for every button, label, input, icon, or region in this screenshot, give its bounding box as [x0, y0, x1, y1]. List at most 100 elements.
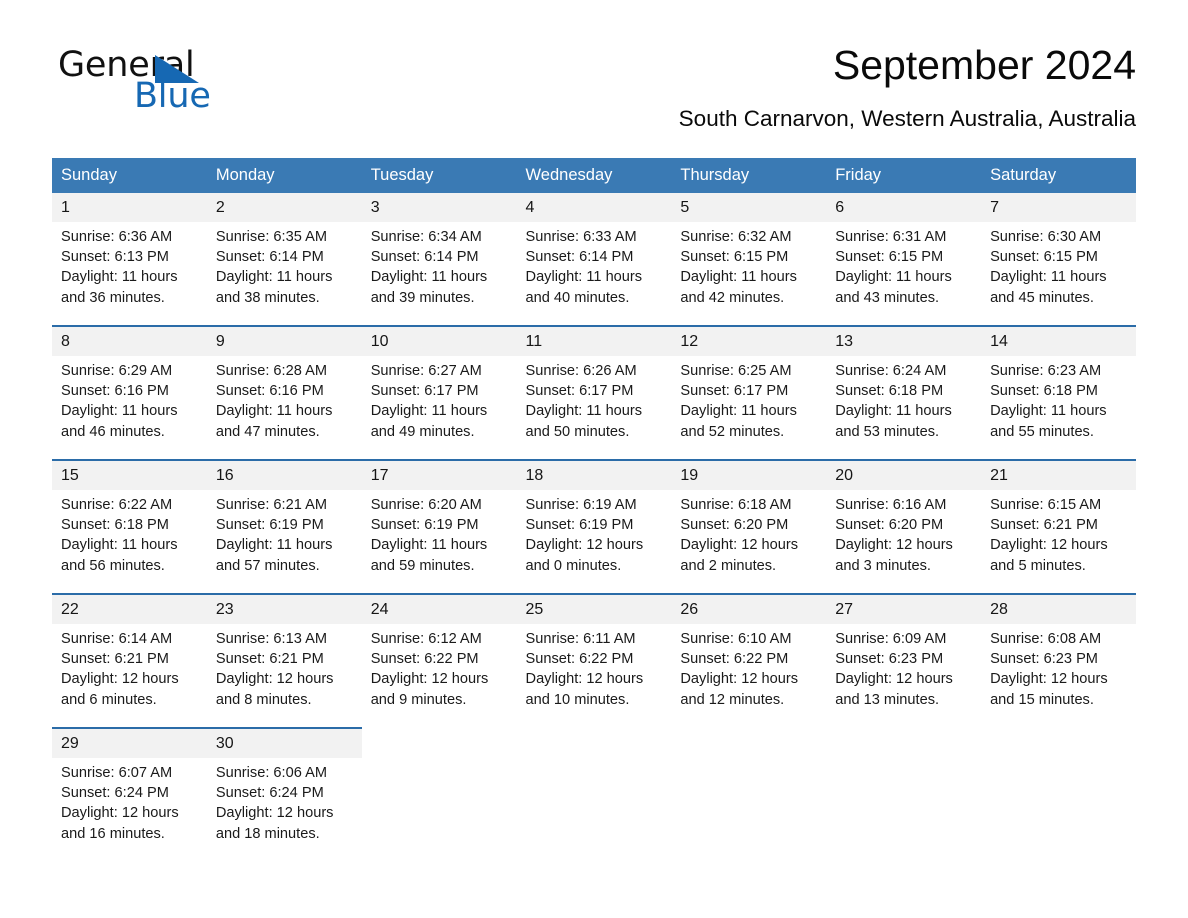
daylight-text-line1: Daylight: 12 hours — [525, 537, 644, 554]
day-cell[interactable]: Sunrise: 6:30 AM Sunset: 6:15 PM Dayligh… — [981, 222, 1136, 326]
daylight-text-line2: and 50 minutes. — [525, 423, 630, 440]
day-cell[interactable]: Sunrise: 6:14 AM Sunset: 6:21 PM Dayligh… — [52, 624, 207, 728]
day-cell[interactable]: Sunrise: 6:25 AM Sunset: 6:17 PM Dayligh… — [671, 356, 827, 460]
day-number[interactable]: 6 — [826, 193, 982, 222]
sunrise-text: Sunrise: 6:32 AM — [680, 229, 792, 245]
daylight-text-line1: Daylight: 11 hours — [835, 403, 952, 420]
day-number[interactable]: 21 — [981, 459, 1136, 490]
day-number[interactable]: 1 — [52, 193, 207, 222]
day-cell[interactable]: Sunrise: 6:21 AM Sunset: 6:19 PM Dayligh… — [206, 490, 362, 594]
day-number[interactable]: 27 — [826, 593, 982, 624]
day-number[interactable]: 15 — [52, 459, 207, 490]
daylight-text-line1: Daylight: 11 hours — [215, 269, 333, 286]
week-2-daynumbers: 8 9 10 11 12 13 14 — [52, 325, 1136, 356]
sunrise-text: Sunrise: 6:15 AM — [990, 497, 1102, 513]
daylight-text-line2: and 55 minutes. — [990, 423, 1094, 440]
daylight-text-line1: Daylight: 11 hours — [990, 269, 1107, 286]
day-number[interactable]: 5 — [671, 193, 827, 222]
sunrise-text: Sunrise: 6:20 AM — [370, 497, 482, 513]
day-number[interactable]: 4 — [516, 193, 672, 222]
day-number[interactable]: 25 — [516, 593, 672, 624]
day-number[interactable]: 16 — [206, 459, 362, 490]
day-number[interactable]: 13 — [826, 325, 982, 356]
day-cell[interactable]: Sunrise: 6:26 AM Sunset: 6:17 PM Dayligh… — [516, 356, 672, 460]
day-cell[interactable]: Sunrise: 6:07 AM Sunset: 6:24 PM Dayligh… — [52, 758, 207, 861]
day-number[interactable]: 20 — [826, 459, 982, 490]
sunset-text: Sunset: 6:16 PM — [61, 383, 169, 400]
sunrise-text: Sunrise: 6:33 AM — [525, 229, 637, 245]
day-number[interactable]: 17 — [361, 459, 517, 490]
day-cell[interactable]: Sunrise: 6:28 AM Sunset: 6:16 PM Dayligh… — [206, 356, 362, 460]
day-number[interactable]: 12 — [671, 325, 827, 356]
column-header-tuesday: Tuesday — [361, 158, 517, 193]
sunset-text: Sunset: 6:13 PM — [61, 249, 169, 266]
daylight-text-line2: and 40 minutes. — [525, 289, 630, 306]
daylight-text-line1: Daylight: 12 hours — [835, 537, 953, 554]
day-number[interactable]: 22 — [52, 593, 207, 624]
day-cell[interactable]: Sunrise: 6:22 AM Sunset: 6:18 PM Dayligh… — [52, 490, 207, 594]
day-cell[interactable]: Sunrise: 6:10 AM Sunset: 6:22 PM Dayligh… — [671, 624, 827, 728]
column-header-sunday: Sunday — [52, 158, 207, 193]
day-cell[interactable]: Sunrise: 6:29 AM Sunset: 6:16 PM Dayligh… — [52, 356, 207, 460]
day-cell[interactable]: Sunrise: 6:20 AM Sunset: 6:19 PM Dayligh… — [361, 490, 517, 594]
day-cell[interactable]: Sunrise: 6:31 AM Sunset: 6:15 PM Dayligh… — [826, 222, 982, 326]
daylight-text-line2: and 59 minutes. — [370, 557, 475, 574]
week-4-details: Sunrise: 6:14 AM Sunset: 6:21 PM Dayligh… — [52, 624, 1136, 728]
day-number[interactable]: 24 — [361, 593, 517, 624]
daylight-text-line1: Daylight: 12 hours — [61, 671, 179, 688]
day-cell[interactable]: Sunrise: 6:11 AM Sunset: 6:22 PM Dayligh… — [516, 624, 672, 728]
day-number[interactable]: 18 — [516, 459, 672, 490]
sunrise-text: Sunrise: 6:12 AM — [370, 631, 482, 647]
sunset-text: Sunset: 6:15 PM — [680, 249, 789, 266]
day-cell[interactable]: Sunrise: 6:08 AM Sunset: 6:23 PM Dayligh… — [981, 624, 1136, 728]
day-cell[interactable]: Sunrise: 6:24 AM Sunset: 6:18 PM Dayligh… — [826, 356, 982, 460]
day-cell[interactable]: Sunrise: 6:06 AM Sunset: 6:24 PM Dayligh… — [206, 758, 362, 861]
sunset-text: Sunset: 6:18 PM — [990, 383, 1098, 400]
sunset-text: Sunset: 6:14 PM — [370, 249, 479, 266]
calendar-page: General Blue September 2024 South Carnar… — [0, 0, 1188, 918]
day-cell[interactable]: Sunrise: 6:19 AM Sunset: 6:19 PM Dayligh… — [516, 490, 672, 594]
day-number[interactable]: 7 — [981, 193, 1136, 222]
page-title: September 2024 — [832, 42, 1136, 88]
day-cell[interactable]: Sunrise: 6:32 AM Sunset: 6:15 PM Dayligh… — [671, 222, 827, 326]
day-number[interactable]: 10 — [361, 325, 517, 356]
day-number[interactable]: 14 — [981, 325, 1136, 356]
sunset-text: Sunset: 6:19 PM — [525, 517, 634, 534]
day-number[interactable]: 19 — [671, 459, 827, 490]
day-cell[interactable]: Sunrise: 6:18 AM Sunset: 6:20 PM Dayligh… — [671, 490, 827, 594]
week-5-daynumbers: 29 30 — [52, 727, 1136, 758]
sunset-text: Sunset: 6:24 PM — [61, 785, 169, 802]
day-cell[interactable]: Sunrise: 6:09 AM Sunset: 6:23 PM Dayligh… — [826, 624, 982, 728]
daylight-text-line2: and 45 minutes. — [990, 289, 1094, 306]
day-cell[interactable]: Sunrise: 6:27 AM Sunset: 6:17 PM Dayligh… — [361, 356, 517, 460]
day-cell[interactable]: Sunrise: 6:36 AM Sunset: 6:13 PM Dayligh… — [52, 222, 207, 326]
day-cell[interactable]: Sunrise: 6:33 AM Sunset: 6:14 PM Dayligh… — [516, 222, 672, 326]
day-number[interactable]: 28 — [981, 593, 1136, 624]
day-number[interactable]: 11 — [516, 325, 672, 356]
day-cell[interactable]: Sunrise: 6:15 AM Sunset: 6:21 PM Dayligh… — [981, 490, 1136, 594]
week-1-daynumbers: 1 2 3 4 5 6 7 — [52, 193, 1136, 222]
day-number[interactable]: 23 — [206, 593, 362, 624]
sunrise-text: Sunrise: 6:30 AM — [990, 229, 1102, 245]
day-number[interactable]: 3 — [361, 193, 517, 222]
day-cell[interactable]: Sunrise: 6:13 AM Sunset: 6:21 PM Dayligh… — [206, 624, 362, 728]
day-number[interactable]: 9 — [206, 325, 362, 356]
generalblue-logo[interactable]: General Blue — [58, 46, 318, 118]
daylight-text-line2: and 57 minutes. — [215, 557, 320, 574]
sunset-text: Sunset: 6:14 PM — [215, 249, 324, 266]
day-number[interactable]: 30 — [206, 727, 362, 758]
day-number[interactable]: 29 — [52, 727, 207, 758]
week-3-daynumbers: 15 16 17 18 19 20 21 — [52, 459, 1136, 490]
day-number[interactable]: 26 — [671, 593, 827, 624]
day-cell[interactable]: Sunrise: 6:23 AM Sunset: 6:18 PM Dayligh… — [981, 356, 1136, 460]
day-cell[interactable]: Sunrise: 6:16 AM Sunset: 6:20 PM Dayligh… — [826, 490, 982, 594]
daylight-text-line2: and 3 minutes. — [835, 557, 931, 574]
day-number[interactable]: 8 — [52, 325, 207, 356]
day-cell[interactable]: Sunrise: 6:35 AM Sunset: 6:14 PM Dayligh… — [206, 222, 362, 326]
week-4-daynumbers: 22 23 24 25 26 27 28 — [52, 593, 1136, 624]
day-cell[interactable]: Sunrise: 6:12 AM Sunset: 6:22 PM Dayligh… — [361, 624, 517, 728]
day-cell[interactable]: Sunrise: 6:34 AM Sunset: 6:14 PM Dayligh… — [361, 222, 517, 326]
day-number[interactable]: 2 — [206, 193, 362, 222]
sunset-text: Sunset: 6:22 PM — [525, 651, 634, 668]
sunset-text: Sunset: 6:18 PM — [835, 383, 944, 400]
